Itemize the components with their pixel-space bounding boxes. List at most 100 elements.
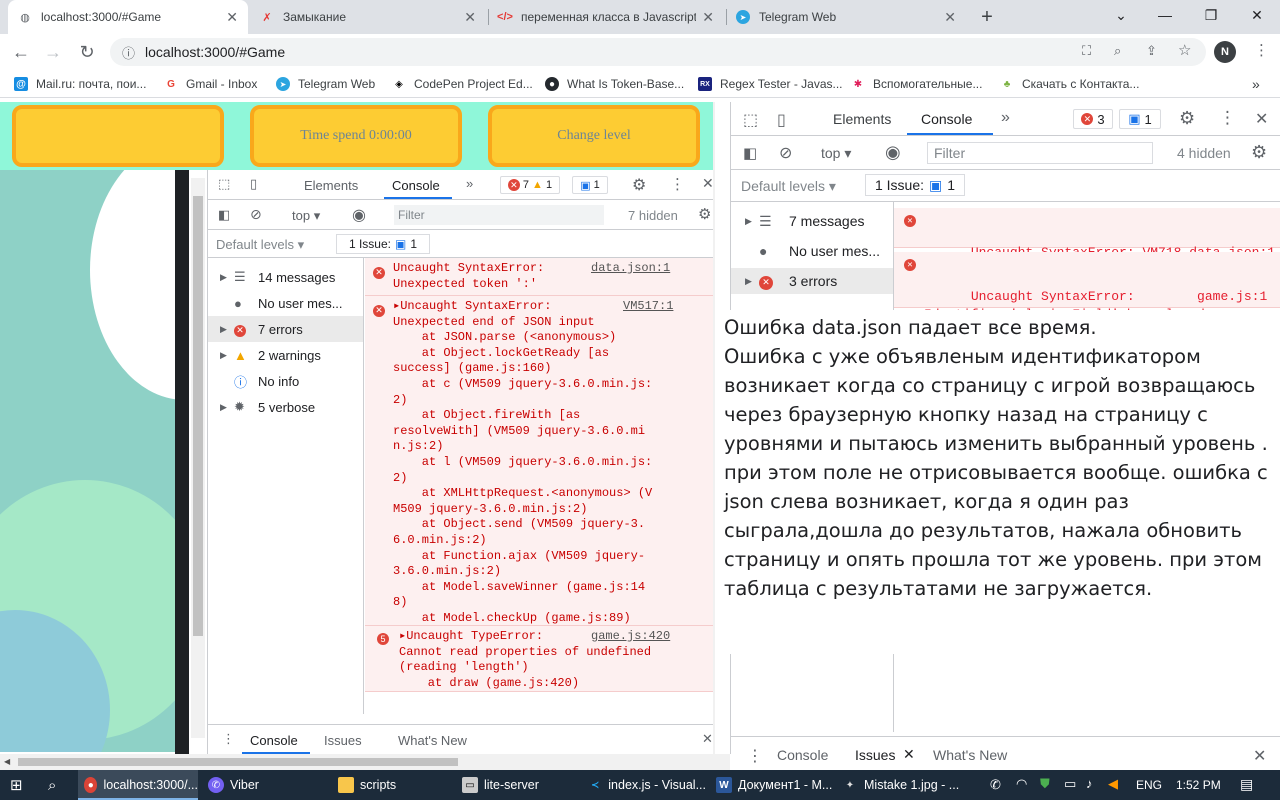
bookmark-download[interactable]: ♣ Скачать с Контакта... xyxy=(1000,76,1140,92)
bookmark-codepen[interactable]: ◈ CodePen Project Ed... xyxy=(392,76,533,92)
taskbar-item-lite-server[interactable]: ▭ lite-server xyxy=(456,770,580,800)
game-blank-button[interactable] xyxy=(12,105,224,167)
sidebar-toggle-icon[interactable]: ◧ xyxy=(743,144,757,162)
device-icon[interactable]: ▯ xyxy=(777,110,786,130)
message-source-link[interactable]: data.json:1 xyxy=(591,261,670,277)
kebab-icon[interactable]: ⋮ xyxy=(1219,108,1236,128)
close-icon[interactable]: ✕ xyxy=(702,175,714,192)
reload-button[interactable]: ↻ xyxy=(74,39,100,65)
security-icon[interactable]: ⛊ xyxy=(1040,776,1050,792)
inspect-icon[interactable]: ⬚ xyxy=(743,110,758,130)
menu-icon[interactable]: ⋮ xyxy=(1254,41,1269,59)
bookmark-telegram[interactable]: ➤ Telegram Web xyxy=(276,76,375,92)
sidebar-item-info[interactable]: ⓘ No info xyxy=(220,368,299,394)
info-icon[interactable]: ⓘ xyxy=(122,43,135,62)
start-button[interactable]: ⊞ xyxy=(4,770,40,800)
eye-icon[interactable]: ◉ xyxy=(885,142,901,163)
taskbar-item-vscode[interactable]: ≺ index.js - Visual... xyxy=(582,770,706,800)
drawer-tab-console[interactable]: Console xyxy=(777,747,828,763)
filter-input[interactable]: Filter xyxy=(927,142,1153,164)
share-icon[interactable]: ⇪ xyxy=(1146,43,1157,59)
bookmark-mailru[interactable]: @ Mail.ru: почта, пои... xyxy=(14,76,146,92)
tab-zamykanie[interactable]: ✗ Замыкание ✕ xyxy=(250,0,486,34)
taskbar-item-chrome[interactable]: ● localhost:3000/... xyxy=(78,770,198,800)
console-prompt[interactable]: › xyxy=(375,696,379,700)
message-source-link[interactable]: game.js:420 xyxy=(591,629,670,645)
search-icon[interactable]: ⌕ xyxy=(42,770,74,800)
gear-icon[interactable]: ⚙ xyxy=(632,175,646,195)
more-tabs-icon[interactable]: » xyxy=(466,176,473,191)
clear-icon[interactable]: ⊘ xyxy=(779,143,792,163)
chevron-down-icon[interactable]: ⌄ xyxy=(1098,0,1144,30)
drawer-tab-issues[interactable]: Issues xyxy=(855,747,895,763)
tab-elements[interactable]: Elements xyxy=(304,178,358,193)
bookmarks-more-icon[interactable]: » xyxy=(1252,76,1260,92)
bookmark-gmail[interactable]: G Gmail - Inbox xyxy=(164,76,257,92)
star-icon[interactable]: ☆ xyxy=(1178,41,1191,59)
notifications-icon[interactable]: ▤ xyxy=(1240,776,1253,793)
tab-localhost[interactable]: ◍ localhost:3000/#Game ✕ xyxy=(8,0,248,34)
taskbar-item-scripts[interactable]: scripts xyxy=(332,770,456,800)
gear-icon[interactable]: ⚙ xyxy=(1251,142,1267,163)
zoom-icon[interactable]: ⌕ xyxy=(1114,43,1121,59)
close-icon[interactable]: ✕ xyxy=(226,9,238,26)
inspect-icon[interactable]: ⬚ xyxy=(218,176,230,192)
gear-icon[interactable]: ⚙ xyxy=(1179,108,1195,129)
avatar[interactable]: N xyxy=(1214,41,1236,63)
issue-badge[interactable]: 1 Issue: ▣ 1 xyxy=(336,234,430,254)
sidebar-item-messages[interactable]: ▶ ☰ 14 messages xyxy=(220,264,335,290)
taskbar-item-photos[interactable]: ✦ Mistake 1.jpg - ... xyxy=(836,770,962,800)
levels-select[interactable]: Default levels ▾ xyxy=(741,178,836,195)
close-icon[interactable]: ✕ xyxy=(1253,746,1266,766)
close-icon[interactable]: ✕ xyxy=(464,9,476,26)
taskbar-item-word[interactable]: W Документ1 - M... xyxy=(710,770,834,800)
sidebar-item-user-messages[interactable]: ● No user mes... xyxy=(745,238,880,264)
issue-badge[interactable]: 1 Issue: ▣ 1 xyxy=(865,174,965,196)
sidebar-item-errors[interactable]: ▶ ✕ 3 errors xyxy=(731,268,893,294)
sidebar-item-messages[interactable]: ▶ ☰ 7 messages xyxy=(745,208,864,234)
wifi-icon[interactable]: ◠ xyxy=(1016,776,1027,792)
sidebar-item-verbose[interactable]: ▶ ✹ 5 verbose xyxy=(220,394,315,420)
translate-icon[interactable]: ⛶ xyxy=(1082,43,1091,59)
battery-icon[interactable]: ▭ xyxy=(1064,776,1076,792)
messages-counter[interactable]: ▣ 1 xyxy=(1119,109,1161,129)
filter-input[interactable]: Filter xyxy=(394,205,604,225)
language-indicator[interactable]: ENG xyxy=(1136,778,1162,792)
issues-counter[interactable]: ✕ 7 ▲ 1 xyxy=(500,176,560,194)
close-icon[interactable]: ✕ xyxy=(944,9,956,26)
drawer-tab-issues[interactable]: Issues xyxy=(324,733,362,748)
page-scrollbar[interactable]: ▲ xyxy=(713,102,715,754)
tab-elements[interactable]: Elements xyxy=(833,111,891,127)
drawer-menu-icon[interactable]: ⋮ xyxy=(747,746,763,766)
error-counter[interactable]: ✕ 3 xyxy=(1073,109,1113,129)
volume-icon[interactable]: ♪ xyxy=(1086,776,1093,791)
bookmark-token[interactable]: ● What Is Token-Base... xyxy=(545,76,684,92)
scroll-left-icon[interactable]: ◀ xyxy=(4,757,10,766)
device-icon[interactable]: ▯ xyxy=(250,176,257,192)
drawer-menu-icon[interactable]: ⋮ xyxy=(222,731,235,747)
restore-button[interactable]: ❐ xyxy=(1188,0,1234,30)
address-bar[interactable]: ⓘ localhost:3000/#Game xyxy=(110,38,1206,66)
bookmark-helpers[interactable]: ✱ Вспомогательные... xyxy=(851,76,983,92)
close-icon[interactable]: ✕ xyxy=(903,746,915,763)
window-close-button[interactable]: ✕ xyxy=(1234,0,1280,30)
new-tab-button[interactable]: + xyxy=(976,6,998,28)
bookmark-regex[interactable]: RX Regex Tester - Javas... xyxy=(698,76,843,92)
change-level-button[interactable]: Change level xyxy=(488,105,700,167)
taskbar-item-viber[interactable]: ✆ Viber xyxy=(202,770,326,800)
sidebar-item-user-messages[interactable]: ● No user mes... xyxy=(220,290,343,316)
close-icon[interactable]: ✕ xyxy=(1255,109,1268,129)
sidebar-toggle-icon[interactable]: ◧ xyxy=(218,207,230,223)
context-select[interactable]: top ▾ xyxy=(821,145,851,162)
clear-icon[interactable]: ⊘ xyxy=(250,206,262,223)
tab-telegram[interactable]: ➤ Telegram Web ✕ xyxy=(726,0,966,34)
message-source-link[interactable]: VM517:1 xyxy=(623,299,673,315)
kebab-icon[interactable]: ⋮ xyxy=(670,175,685,193)
drawer-tab-whatsnew[interactable]: What's New xyxy=(398,733,467,748)
scroll-thumb[interactable] xyxy=(18,758,458,766)
sidebar-item-errors[interactable]: ▶ ✕ 7 errors xyxy=(208,316,363,342)
sidebar-item-warnings[interactable]: ▶ ▲ 2 warnings xyxy=(220,342,321,368)
clock[interactable]: 1:52 PM xyxy=(1176,778,1221,792)
close-icon[interactable]: ✕ xyxy=(702,9,714,26)
eye-icon[interactable]: ◉ xyxy=(352,205,366,225)
